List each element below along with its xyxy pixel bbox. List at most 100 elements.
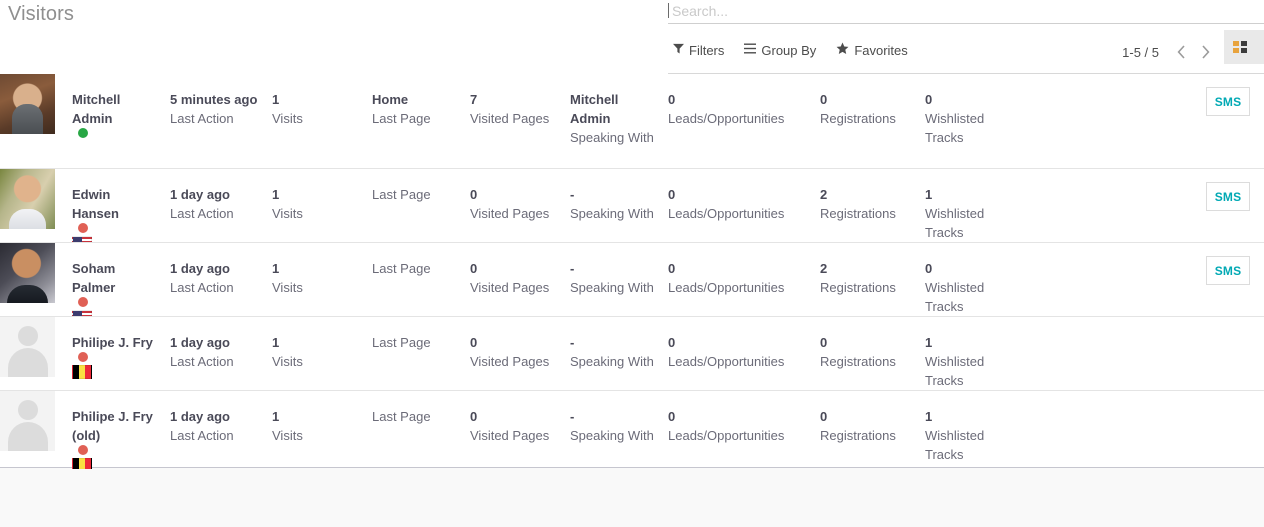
visitor-name: Edwin Hansen [72,187,119,221]
visited-pages-label: Visited Pages [470,280,550,295]
speaking-with-value: - [570,335,575,350]
status-offline-icon [78,297,88,307]
visited-pages-value: 7 [470,92,478,107]
visitor-name: Soham Palmer [72,261,116,295]
registrations-label: Registrations [820,206,896,221]
visitor-name-cell: Soham Palmer [72,259,158,324]
last-action-cell: 1 day ago Last Action [170,259,262,297]
last-action-value: 1 day ago [170,261,230,276]
visits-cell: 1 Visits [272,407,362,445]
speaking-with-value: - [570,261,575,276]
visitor-card-row[interactable]: Edwin Hansen 1 day ago Last Action 1 Visits L… [0,168,1264,250]
leads-cell: 0 Leads/Opportunities [668,333,818,371]
last-page-label: Last Page [372,335,431,350]
search-input[interactable]: Search... [668,0,1264,24]
visited-pages-label: Visited Pages [470,111,550,126]
status-offline-icon [78,445,88,455]
wishlisted-cell: 0 Wishlisted Tracks [925,90,1015,147]
visited-pages-cell: 0 Visited Pages [470,185,562,223]
last-action-value: 5 minutes ago [170,92,258,107]
visitor-name-line: Philipe J. Fry [72,333,158,362]
search-dropdown-buttons: Filters Group By Favorites [673,42,908,58]
leads-cell: 0 Leads/Opportunities [668,259,818,297]
kanban-view-icon [1233,41,1247,53]
pager-count: 1-5 / 5 [1122,44,1159,60]
visits-cell: 1 Visits [272,185,362,223]
last-page-cell: Last Page [372,407,464,426]
last-page-cell: Last Page [372,333,464,352]
visitor-name-cell: Edwin Hansen [72,185,158,250]
speaking-with-value: Mitchell Admin [570,92,619,126]
visitor-name: Philipe J. Fry [72,335,153,350]
registrations-label: Registrations [820,111,896,126]
speaking-with-cell: - Speaking With [570,333,658,371]
registrations-value: 2 [820,187,828,202]
speaking-with-label: Speaking With [570,206,654,221]
group-by-button[interactable]: Group By [744,43,816,58]
search-caret [668,3,669,18]
visits-value: 1 [272,261,280,276]
leads-label: Leads/Opportunities [668,280,785,295]
leads-label: Leads/Opportunities [668,111,785,126]
registrations-cell: 0 Registrations [820,333,920,371]
registrations-label: Registrations [820,354,896,369]
last-action-value: 1 day ago [170,409,230,424]
leads-value: 0 [668,261,676,276]
avatar [0,243,55,303]
visitor-name-cell: Philipe J. Fry [72,333,158,379]
last-action-label: Last Action [170,280,234,295]
registrations-cell: 2 Registrations [820,259,920,297]
visits-value: 1 [272,187,280,202]
group-by-label: Group By [761,42,817,58]
visitor-card-row[interactable]: Philipe J. Fry 1 day ago Last Action 1 Visit… [0,316,1264,390]
registrations-cell: 0 Registrations [820,90,920,128]
last-page-label: Last Page [372,409,431,424]
sms-button[interactable]: SMS [1206,182,1250,211]
avatar-placeholder-head [17,400,38,420]
list-empty-space [0,469,1264,527]
visitors-kanban-page: Visitors Search... Filters Group By Favo… [0,0,1264,527]
visitor-name-line: Mitchell Admin [72,90,158,138]
speaking-with-value: - [570,187,575,202]
last-page-label: Last Page [372,111,431,126]
avatar [0,317,55,377]
visitor-card-row[interactable]: Mitchell Admin 5 minutes ago Last Action 1 V… [0,74,1264,168]
speaking-with-label: Speaking With [570,130,654,145]
filters-button[interactable]: Filters [673,43,724,58]
visitor-card-row[interactable]: Philipe J. Fry (old) 1 day ago Last Action… [0,390,1264,472]
favorites-button[interactable]: Favorites [836,42,908,58]
visited-pages-cell: 0 Visited Pages [470,407,562,445]
chevron-left-icon[interactable] [1170,41,1192,63]
leads-label: Leads/Opportunities [668,206,785,221]
registrations-cell: 0 Registrations [820,407,920,445]
leads-label: Leads/Opportunities [668,428,785,443]
avatar-placeholder-head [17,326,38,346]
visited-pages-label: Visited Pages [470,428,550,443]
wishlisted-cell: 1 Wishlisted Tracks [925,333,1015,390]
visitor-card-row[interactable]: Soham Palmer 1 day ago Last Action 1 Visits L… [0,242,1264,324]
avatar-placeholder-body [7,422,48,451]
pager: 1-5 / 5 [1122,41,1216,63]
sms-button[interactable]: SMS [1206,87,1250,116]
visits-value: 1 [272,335,280,350]
avatar [0,169,55,229]
last-page-cell: Last Page [372,185,464,204]
star-icon [836,42,849,58]
visits-cell: 1 Visits [272,259,362,297]
search-placeholder: Search... [672,3,729,19]
last-action-cell: 1 day ago Last Action [170,407,262,445]
visited-pages-value: 0 [470,409,478,424]
leads-value: 0 [668,335,676,350]
wishlisted-cell: 1 Wishlisted Tracks [925,185,1015,242]
registrations-label: Registrations [820,280,896,295]
last-page-cell: Last Page [372,259,464,278]
registrations-value: 0 [820,335,828,350]
sms-button[interactable]: SMS [1206,256,1250,285]
visits-label: Visits [272,428,303,443]
visits-label: Visits [272,206,303,221]
chevron-right-icon[interactable] [1194,41,1216,63]
view-switcher-kanban-button[interactable] [1224,30,1264,64]
control-panel: Visitors Search... Filters Group By Favo… [0,0,1264,74]
wishlisted-label: Wishlisted Tracks [925,280,985,314]
visited-pages-cell: 0 Visited Pages [470,333,562,371]
